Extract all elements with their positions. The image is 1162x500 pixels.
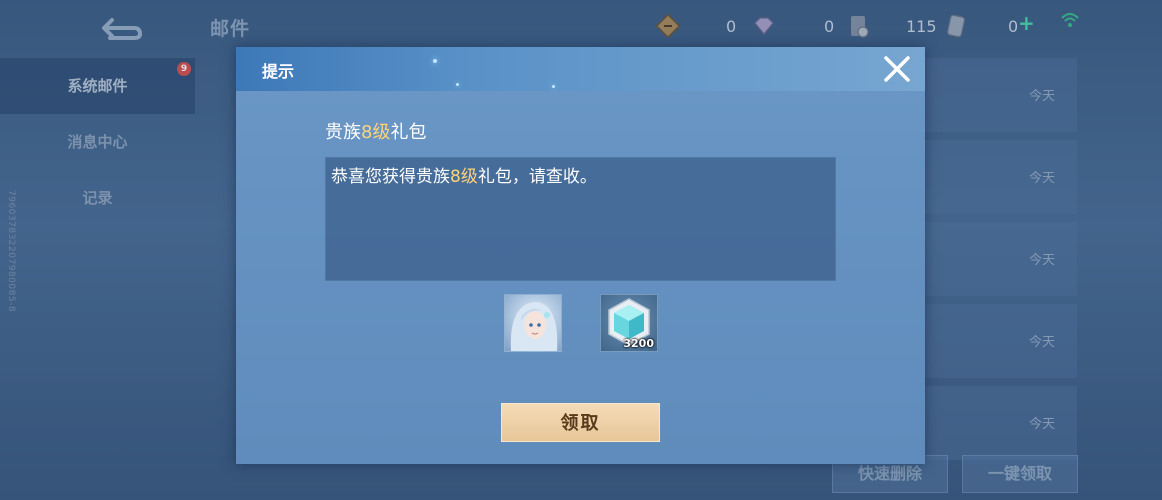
message-box: 恭喜您获得贵族8级礼包，请查收。: [325, 157, 836, 281]
gift-title-prefix: 贵族: [325, 122, 361, 143]
gift-level: 8级: [361, 122, 391, 143]
message-prefix: 恭喜您获得贵族: [331, 167, 450, 187]
item-quantity: 3200: [623, 337, 654, 350]
reward-item-hero-avatar[interactable]: [504, 294, 562, 352]
gift-title-suffix: 礼包: [390, 122, 427, 143]
message-level: 8级: [450, 167, 478, 187]
reward-dialog: 提示 贵族8级礼包 恭喜您获得贵族8级礼包，请查收。 3200 领取: [236, 47, 925, 464]
dialog-header: 提示: [236, 47, 925, 91]
reward-item-crystal[interactable]: 3200: [600, 294, 658, 352]
claim-button[interactable]: 领取: [501, 403, 660, 442]
message-text: 恭喜您获得贵族8级礼包，请查收。: [331, 162, 597, 187]
message-suffix: 礼包，请查收。: [477, 167, 597, 187]
hero-avatar-icon: [510, 302, 558, 351]
sparkle-decoration: [552, 85, 555, 88]
sparkle-decoration: [433, 59, 437, 63]
sparkle-decoration: [456, 83, 459, 86]
close-icon[interactable]: [881, 53, 913, 85]
dialog-title: 提示: [262, 62, 295, 81]
gift-title: 贵族8级礼包: [325, 118, 426, 144]
